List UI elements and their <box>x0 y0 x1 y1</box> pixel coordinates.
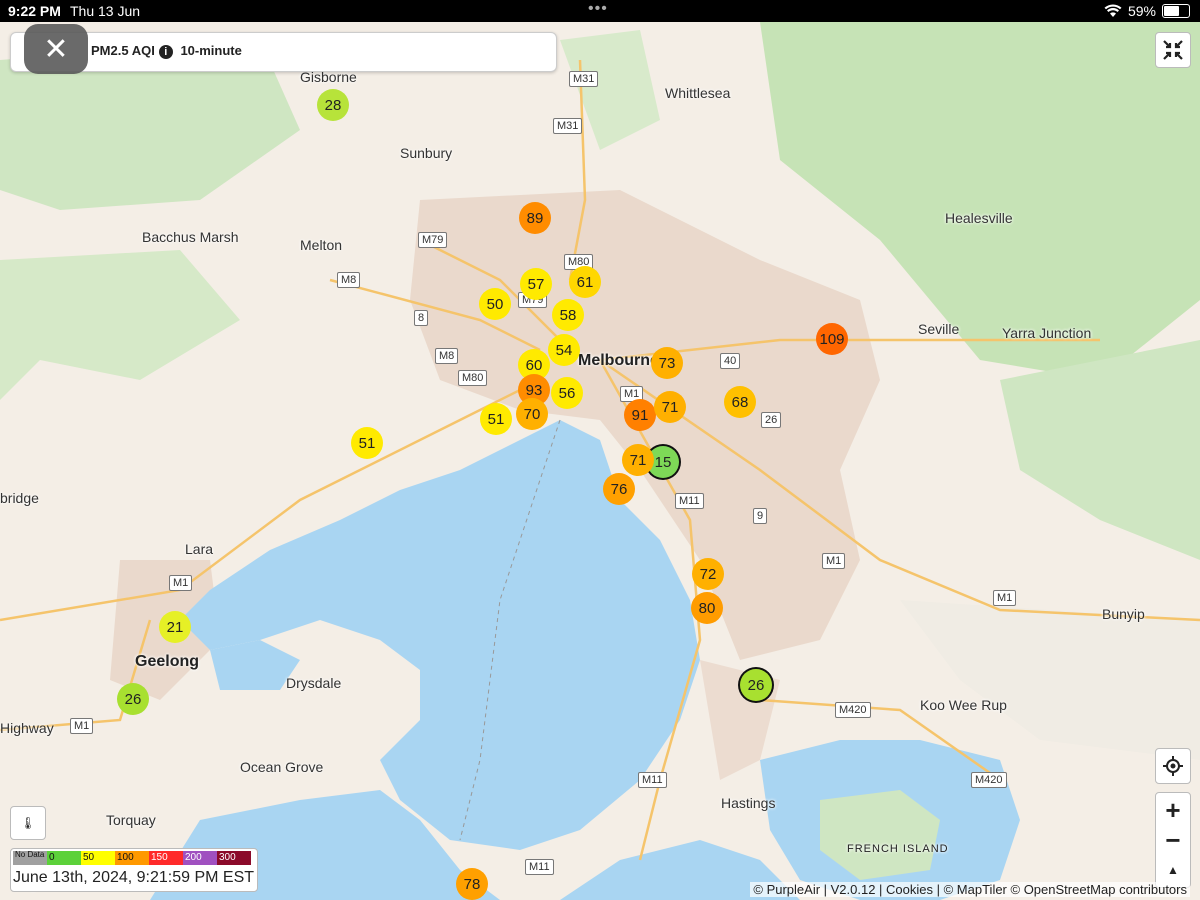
battery-icon <box>1162 4 1190 18</box>
sensor-marker[interactable]: 71 <box>622 444 654 476</box>
sensor-marker[interactable]: 54 <box>548 334 580 366</box>
sensor-marker[interactable]: 91 <box>624 399 656 431</box>
pm25-aqi-label: PM2.5 AQI <box>91 43 155 58</box>
collapse-icon <box>1163 40 1183 60</box>
wifi-icon <box>1104 4 1122 17</box>
compass-icon[interactable]: ▲ <box>1167 855 1179 885</box>
place-label: Torquay <box>106 812 156 828</box>
data-timestamp: June 13th, 2024, 9:21:59 PM EST <box>13 869 255 886</box>
place-label: Koo Wee Rup <box>920 697 1007 713</box>
place-label: Bacchus Marsh <box>142 229 239 245</box>
sensor-marker[interactable]: 109 <box>816 323 848 355</box>
place-label: Healesville <box>945 210 1013 226</box>
legend-segment: No Data <box>13 851 47 865</box>
sensor-marker[interactable]: 80 <box>691 592 723 624</box>
locate-button[interactable] <box>1155 748 1191 784</box>
sensor-marker[interactable]: 56 <box>551 377 583 409</box>
road-shield: M11 <box>675 493 704 509</box>
map-attribution[interactable]: © PurpleAir | V2.0.12 | Cookies | © MapT… <box>750 882 1190 897</box>
place-label: Lara <box>185 541 214 557</box>
road-shield: M1 <box>169 575 193 591</box>
collapse-button[interactable] <box>1155 32 1191 68</box>
road-shield: M420 <box>835 702 871 718</box>
place-label: Melbourne <box>578 352 659 369</box>
legend-segment: 50 <box>81 851 115 865</box>
map-canvas[interactable]: Gisborne Whittlesea Sunbury Healesville Bacc… <box>0 22 1200 900</box>
info-icon[interactable]: i <box>158 45 173 59</box>
sensor-marker[interactable]: 51 <box>480 403 512 435</box>
sensor-marker[interactable]: 21 <box>159 611 191 643</box>
legend-segment: 100 <box>115 851 149 865</box>
status-bar: 9:22 PM Thu 13 Jun ••• 59% <box>0 0 1200 22</box>
sensor-marker[interactable]: 26 <box>117 683 149 715</box>
legend-segment: 200 <box>183 851 217 865</box>
aqi-legend: No Data 0 50 100 150 200 300 June 13th, 2024, … <box>10 848 258 892</box>
place-label: Seville <box>918 321 960 337</box>
place-label: Sunbury <box>400 145 453 161</box>
legend-color-bar: No Data 0 50 100 150 200 300 <box>13 851 251 865</box>
place-label: bridge <box>0 490 39 506</box>
sensor-marker[interactable]: 76 <box>603 473 635 505</box>
legend-segment: 0 <box>47 851 81 865</box>
road-shield: M11 <box>638 772 667 788</box>
sensor-marker[interactable]: 73 <box>651 347 683 379</box>
status-date: Thu 13 Jun <box>70 3 141 19</box>
place-label: Yarra Junction <box>1002 325 1092 341</box>
thermometer-button[interactable]: 🌡 <box>10 806 46 840</box>
sensor-marker[interactable]: 71 <box>654 391 686 423</box>
sensor-type-selector[interactable]: PM2.5 AQI i 10-minute <box>10 32 557 72</box>
road-shield: M1 <box>822 553 846 569</box>
averaging-period-label[interactable]: 10-minute <box>180 43 241 58</box>
sensor-marker[interactable]: 61 <box>569 266 601 298</box>
place-label: Highway <box>0 720 54 736</box>
road-shield: 26 <box>761 412 782 428</box>
road-shield: M80 <box>458 370 488 386</box>
map-base <box>0 22 1200 900</box>
place-label: Bunyip <box>1102 606 1145 622</box>
road-shield: M1 <box>70 718 94 734</box>
place-label: Melton <box>300 237 343 253</box>
status-time: 9:22 PM <box>8 3 61 19</box>
zoom-controls: + − ▲ <box>1155 792 1191 888</box>
road-shield: 9 <box>753 508 768 524</box>
sensor-marker[interactable]: 26 <box>740 669 772 701</box>
road-shield: 8 <box>414 310 429 326</box>
thermometer-icon: 🌡 <box>20 816 36 830</box>
zoom-out-button[interactable]: − <box>1165 825 1180 855</box>
road-shield: M11 <box>525 859 554 875</box>
road-shield: M1 <box>993 590 1017 606</box>
place-label: FRENCH ISLAND <box>847 843 949 855</box>
battery-percent: 59% <box>1127 3 1156 19</box>
road-shield: M79 <box>418 232 448 248</box>
sensor-marker[interactable]: 89 <box>519 202 551 234</box>
place-label: Ocean Grove <box>240 759 324 775</box>
place-label: Drysdale <box>286 675 342 691</box>
multitask-dots-icon[interactable]: ••• <box>588 0 608 18</box>
place-label: Geelong <box>135 653 200 670</box>
sensor-marker[interactable]: 78 <box>456 868 488 900</box>
sensor-marker[interactable]: 50 <box>479 288 511 320</box>
road-shield: M8 <box>435 348 459 364</box>
sensor-marker[interactable]: 72 <box>692 558 724 590</box>
zoom-in-button[interactable]: + <box>1165 795 1180 825</box>
road-shield: M31 <box>569 71 599 87</box>
road-shield: M8 <box>337 272 361 288</box>
road-shield: M31 <box>553 118 583 134</box>
place-label: Whittlesea <box>665 85 731 101</box>
sensor-marker[interactable]: 51 <box>351 427 383 459</box>
locate-icon <box>1163 756 1183 776</box>
sensor-marker[interactable]: 28 <box>317 89 349 121</box>
legend-segment: 300 <box>217 851 251 865</box>
sensor-marker[interactable]: 68 <box>724 386 756 418</box>
road-shield: M420 <box>971 772 1007 788</box>
close-button[interactable]: ✕ <box>24 24 88 74</box>
place-label: Hastings <box>721 795 776 811</box>
sensor-marker[interactable]: 70 <box>516 398 548 430</box>
road-shield: 40 <box>720 353 741 369</box>
sensor-marker[interactable]: 57 <box>520 268 552 300</box>
legend-segment: 150 <box>149 851 183 865</box>
sensor-marker[interactable]: 58 <box>552 299 584 331</box>
